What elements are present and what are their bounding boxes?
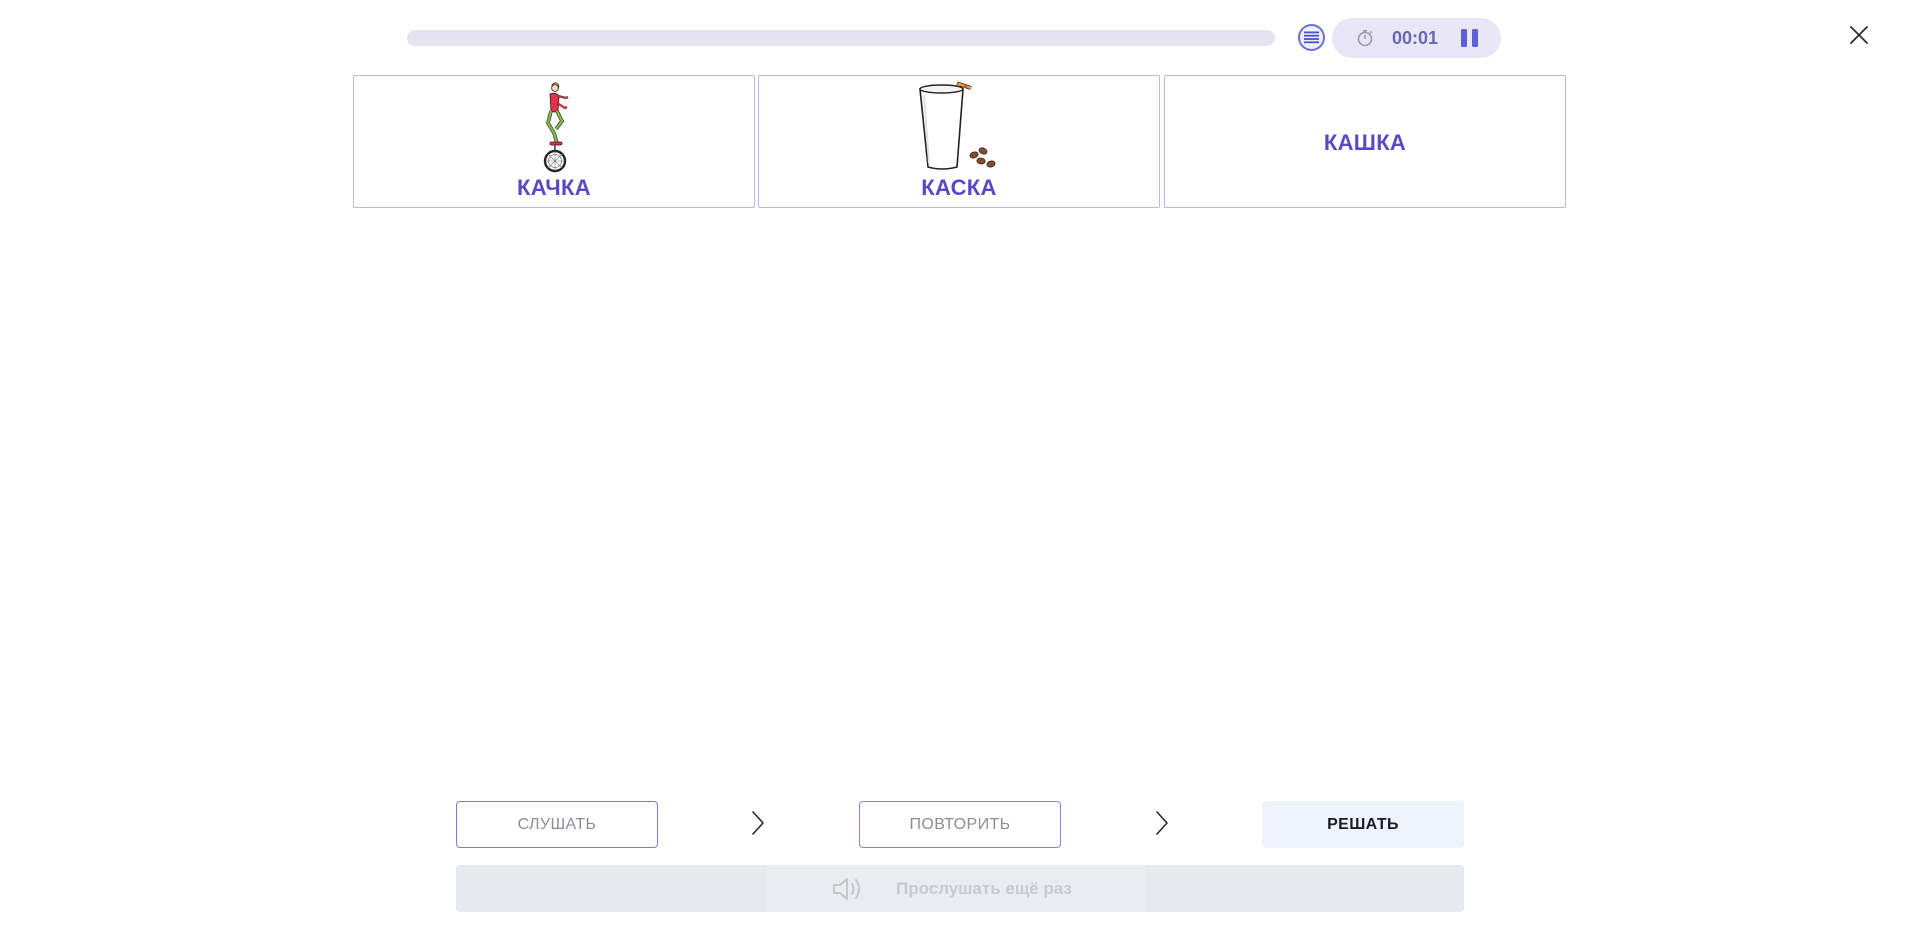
word-label: КАЧКА: [517, 175, 591, 200]
pause-icon-bar: [1471, 29, 1478, 47]
progress-bar: [407, 30, 1275, 46]
speaker-icon: [833, 878, 860, 900]
word-card-1[interactable]: КАЧКА: [353, 75, 755, 208]
replay-label: Прослушать ещё раз: [896, 879, 1072, 898]
timer-value: 00:01: [1392, 28, 1439, 48]
word-label: КАШКА: [1323, 130, 1407, 155]
pause-button[interactable]: [1458, 28, 1480, 48]
exercise-screen: 00:01 КАЧКА КАСКА КАШКА СЛУШАТЬ ПОВТОРИТ…: [0, 0, 1920, 941]
unicycle-rider-picture: [543, 82, 569, 173]
replay-button[interactable]: Прослушать ещё раз: [456, 865, 1464, 912]
chevron-right-icon: [1156, 811, 1168, 835]
listen-button[interactable]: СЛУШАТЬ: [456, 801, 658, 848]
word-card-3[interactable]: КАШКА: [1164, 75, 1566, 208]
close-icon[interactable]: [1848, 24, 1870, 46]
pause-icon: [1460, 29, 1467, 47]
list-icon: [1304, 31, 1319, 44]
word-label: КАСКА: [921, 175, 997, 200]
milk-glass-with-straw-picture: [919, 81, 996, 170]
task-list-button[interactable]: [1298, 24, 1325, 51]
word-card-2[interactable]: КАСКА: [758, 75, 1160, 208]
stopwatch-icon: [1357, 29, 1373, 47]
chevron-right-icon: [752, 811, 764, 835]
solve-button[interactable]: РЕШАТЬ: [1262, 801, 1464, 848]
repeat-button[interactable]: ПОВТОРИТЬ: [859, 801, 1061, 848]
timer-panel: 00:01: [1332, 18, 1501, 58]
